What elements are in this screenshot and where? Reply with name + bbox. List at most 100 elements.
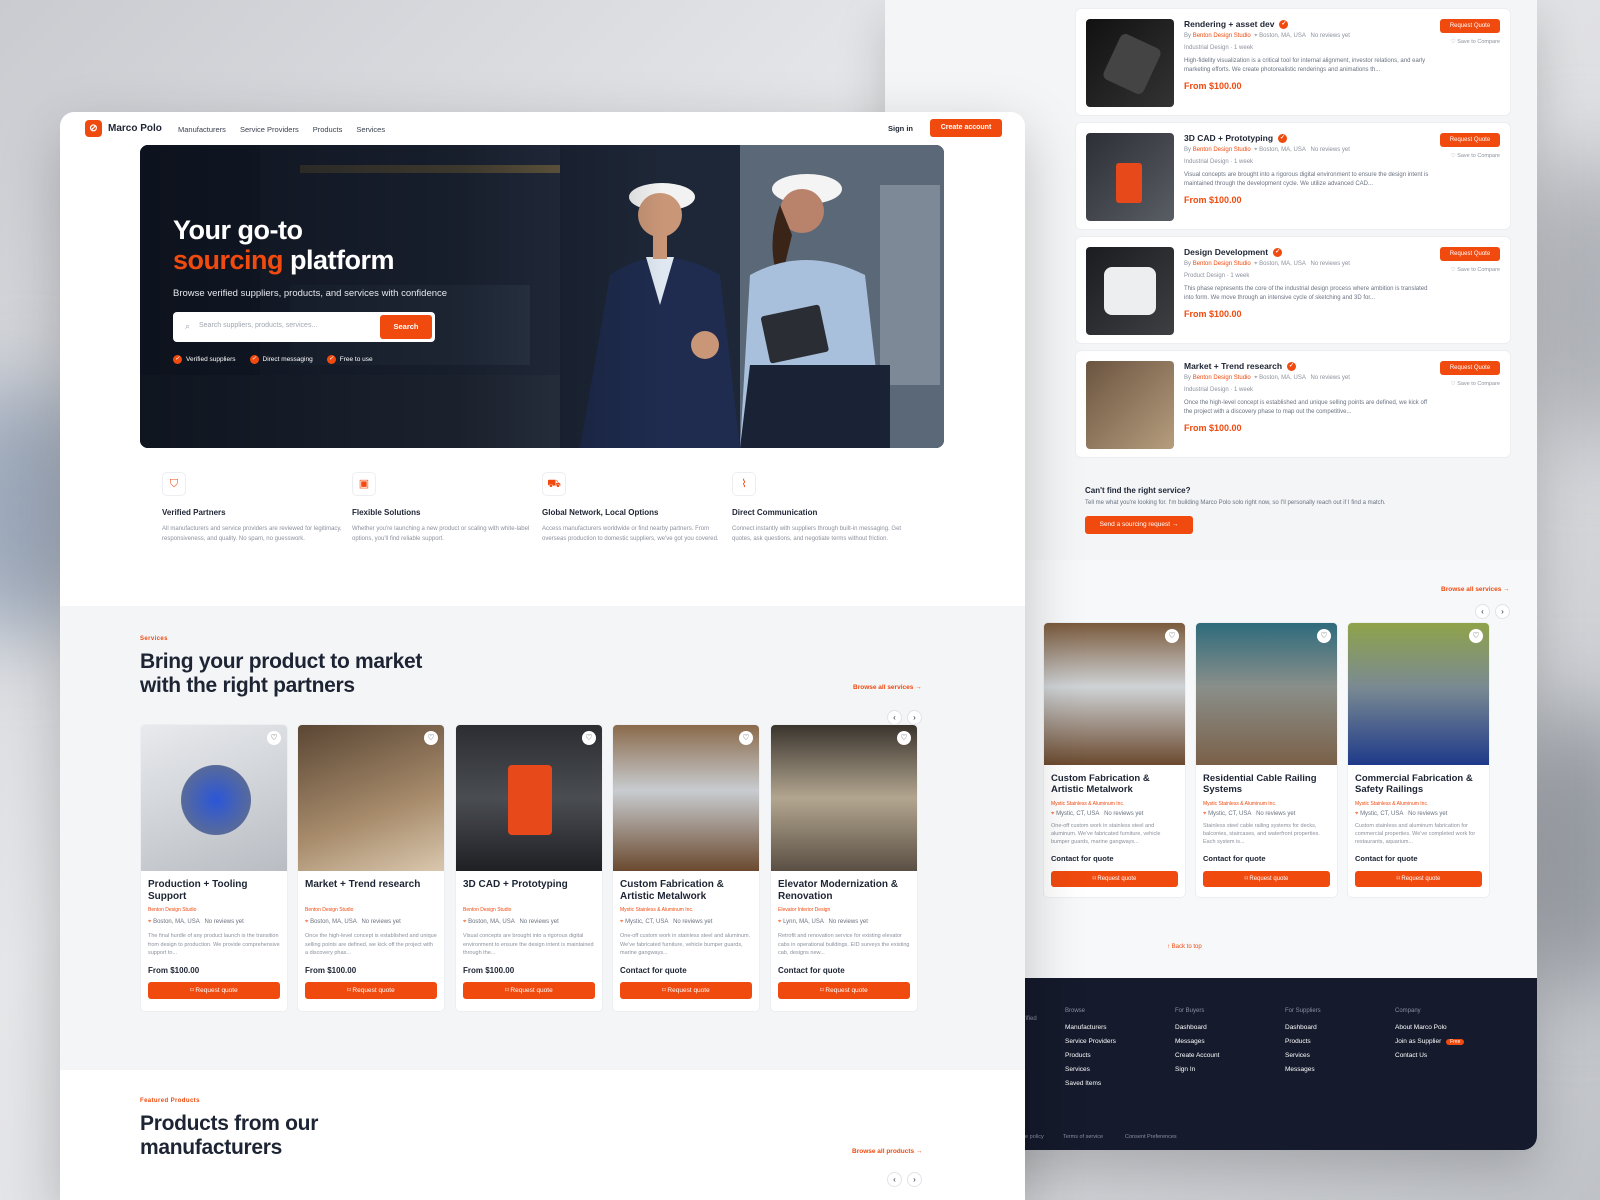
footer-link[interactable]: Services [1285, 1052, 1321, 1059]
footer-link[interactable]: Dashboard [1285, 1024, 1321, 1031]
products-eyebrow: Featured Products [140, 1098, 200, 1104]
request-quote-button[interactable]: Request Quote [1440, 361, 1500, 375]
browse-all-services-link[interactable]: Browse all services → [1441, 586, 1510, 593]
service-list-item[interactable]: 3D CAD + Prototyping ✓ By Benton Design S… [1075, 122, 1511, 230]
footer-link-consent[interactable]: Consent Preferences [1125, 1134, 1177, 1140]
service-location: ⌖ Mystic, CT, USA No reviews yet [1044, 807, 1185, 822]
hero-title-accent: sourcing [173, 245, 284, 275]
footer-link[interactable]: Create Account [1175, 1052, 1219, 1059]
nav-products[interactable]: Products [313, 125, 343, 134]
search-icon: ⌕ [185, 321, 191, 331]
request-quote-button[interactable]: Request Quote [1440, 247, 1500, 261]
logo[interactable]: ⊘ Marco Polo [85, 120, 162, 137]
chevron-right-icon[interactable]: › [907, 710, 922, 725]
back-to-top-link[interactable]: ↑ Back to top [1167, 944, 1202, 950]
save-to-compare[interactable]: ♡ Save to Compare [1451, 153, 1500, 159]
check-icon: ✓ [173, 355, 182, 364]
by-text: By [1184, 375, 1192, 381]
footer-link[interactable]: Services [1065, 1066, 1116, 1073]
heart-icon[interactable]: ♡ [582, 731, 596, 745]
service-price: From $100.00 [1184, 195, 1242, 205]
request-quote-button[interactable]: Request Quote [1440, 133, 1500, 147]
footer-link[interactable]: Products [1065, 1052, 1116, 1059]
verified-icon: ✓ [1279, 19, 1289, 29]
create-account-button[interactable]: Create account [930, 119, 1002, 137]
service-image: ♡ [1196, 623, 1337, 765]
request-quote-button[interactable]: ⌑ Request quote [148, 982, 280, 999]
heart-icon[interactable]: ♡ [267, 731, 281, 745]
heart-icon[interactable]: ♡ [1317, 629, 1331, 643]
request-quote-button[interactable]: ⌑ Request quote [305, 982, 437, 999]
service-card[interactable]: ♡ Market + Trend research Benton Design … [297, 724, 445, 1012]
service-card[interactable]: ♡ Custom Fabrication & Artistic Metalwor… [612, 724, 760, 1012]
service-card[interactable]: ♡ Production + Tooling Support Benton De… [140, 724, 288, 1012]
footer-column-heading: For Suppliers [1285, 1008, 1321, 1014]
sign-in-link[interactable]: Sign in [888, 124, 913, 133]
service-card[interactable]: ♡ Residential Cable Railing Systems Myst… [1195, 622, 1338, 898]
location-text: Mystic, CT, USA [625, 919, 669, 925]
pin-icon: ⌖ [778, 919, 782, 925]
footer-link[interactable]: Messages [1175, 1038, 1219, 1045]
feature-title: Verified Partners [162, 508, 226, 517]
check-icon: ✓ [249, 355, 259, 364]
footer-link[interactable]: Dashboard [1175, 1024, 1219, 1031]
heart-icon[interactable]: ♡ [897, 731, 911, 745]
service-price: Contact for quote [620, 966, 687, 975]
save-to-compare[interactable]: ♡ Save to Compare [1451, 381, 1500, 387]
browse-all-products-link[interactable]: Browse all products → [852, 1148, 922, 1155]
chevron-left-icon[interactable]: ‹ [1475, 604, 1490, 619]
studio-link[interactable]: Benton Design Studio [1193, 33, 1251, 39]
chevron-left-icon[interactable]: ‹ [887, 1172, 902, 1187]
heart-icon[interactable]: ♡ [424, 731, 438, 745]
footer-link[interactable]: Manufacturers [1065, 1024, 1116, 1031]
search-input[interactable]: Search suppliers, products, services... [199, 322, 317, 329]
footer-link[interactable]: Saved Items [1065, 1080, 1116, 1087]
footer-link[interactable]: Messages [1285, 1066, 1321, 1073]
verified-icon: ✓ [1273, 247, 1283, 257]
chevron-left-icon[interactable]: ‹ [887, 710, 902, 725]
service-title: Production + Tooling Support [148, 879, 248, 902]
studio-link[interactable]: Benton Design Studio [1193, 375, 1251, 381]
request-quote-button[interactable]: Request Quote [1440, 19, 1500, 33]
request-quote-button[interactable]: ⌑ Request quote [1051, 871, 1178, 887]
reviews-text: No reviews yet [1104, 811, 1144, 817]
footer-link[interactable]: About Marco Polo [1395, 1024, 1464, 1031]
location-text: Boston, MA, USA [1259, 147, 1306, 153]
service-list-item[interactable]: Market + Trend research ✓ By Benton Desig… [1075, 350, 1511, 458]
footer-link[interactable]: Join as Supplier Free [1395, 1038, 1465, 1045]
button-label: Request quote [352, 987, 395, 994]
service-card[interactable]: ♡ Commercial Fabrication & Safety Railin… [1347, 622, 1490, 898]
service-card[interactable]: ♡ Custom Fabrication & Artistic Metalwor… [1043, 622, 1186, 898]
service-card[interactable]: ♡ Elevator Modernization & Renovation El… [770, 724, 918, 1012]
footer-link-terms[interactable]: Terms of service [1063, 1134, 1103, 1140]
request-quote-button[interactable]: ⌑ Request quote [778, 982, 910, 999]
request-quote-button[interactable]: ⌑ Request quote [463, 982, 595, 999]
service-list-item[interactable]: Design Development ✓ By Benton Design Stu… [1075, 236, 1511, 344]
search-button[interactable]: Search [380, 315, 432, 339]
nav-services[interactable]: Services [356, 125, 385, 134]
studio-link[interactable]: Benton Design Studio [1193, 261, 1251, 267]
chevron-right-icon[interactable]: › [1495, 604, 1510, 619]
studio-link[interactable]: Benton Design Studio [1193, 147, 1251, 153]
nav-service-providers[interactable]: Service Providers [240, 125, 299, 134]
feature-3: ⛟ Global Network, Local Options Access m… [542, 472, 722, 544]
heart-icon[interactable]: ♡ [1469, 629, 1483, 643]
footer-link[interactable]: Sign In [1175, 1066, 1219, 1073]
request-quote-button[interactable]: ⌑ Request quote [1355, 871, 1482, 887]
footer-link[interactable]: Contact Us [1395, 1052, 1464, 1059]
nav-manufacturers[interactable]: Manufacturers [178, 125, 226, 134]
browse-all-services-link[interactable]: Browse all services → [853, 684, 922, 691]
chevron-right-icon[interactable]: › [907, 1172, 922, 1187]
request-quote-button[interactable]: ⌑ Request quote [1203, 871, 1330, 887]
service-list-item[interactable]: Rendering + asset dev ✓ By Benton Design … [1075, 8, 1511, 116]
footer-link[interactable]: Service Providers [1065, 1038, 1116, 1045]
request-quote-button[interactable]: ⌑ Request quote [620, 982, 752, 999]
heart-icon[interactable]: ♡ [739, 731, 753, 745]
save-to-compare[interactable]: ♡ Save to Compare [1451, 267, 1500, 273]
service-card[interactable]: ♡ 3D CAD + Prototyping Benton Design Stu… [455, 724, 603, 1012]
pin-icon: ⌖ [305, 919, 309, 925]
heart-icon[interactable]: ♡ [1165, 629, 1179, 643]
save-to-compare[interactable]: ♡ Save to Compare [1451, 39, 1500, 45]
sourcing-request-button[interactable]: Send a sourcing request → [1085, 516, 1193, 534]
footer-link[interactable]: Products [1285, 1038, 1321, 1045]
